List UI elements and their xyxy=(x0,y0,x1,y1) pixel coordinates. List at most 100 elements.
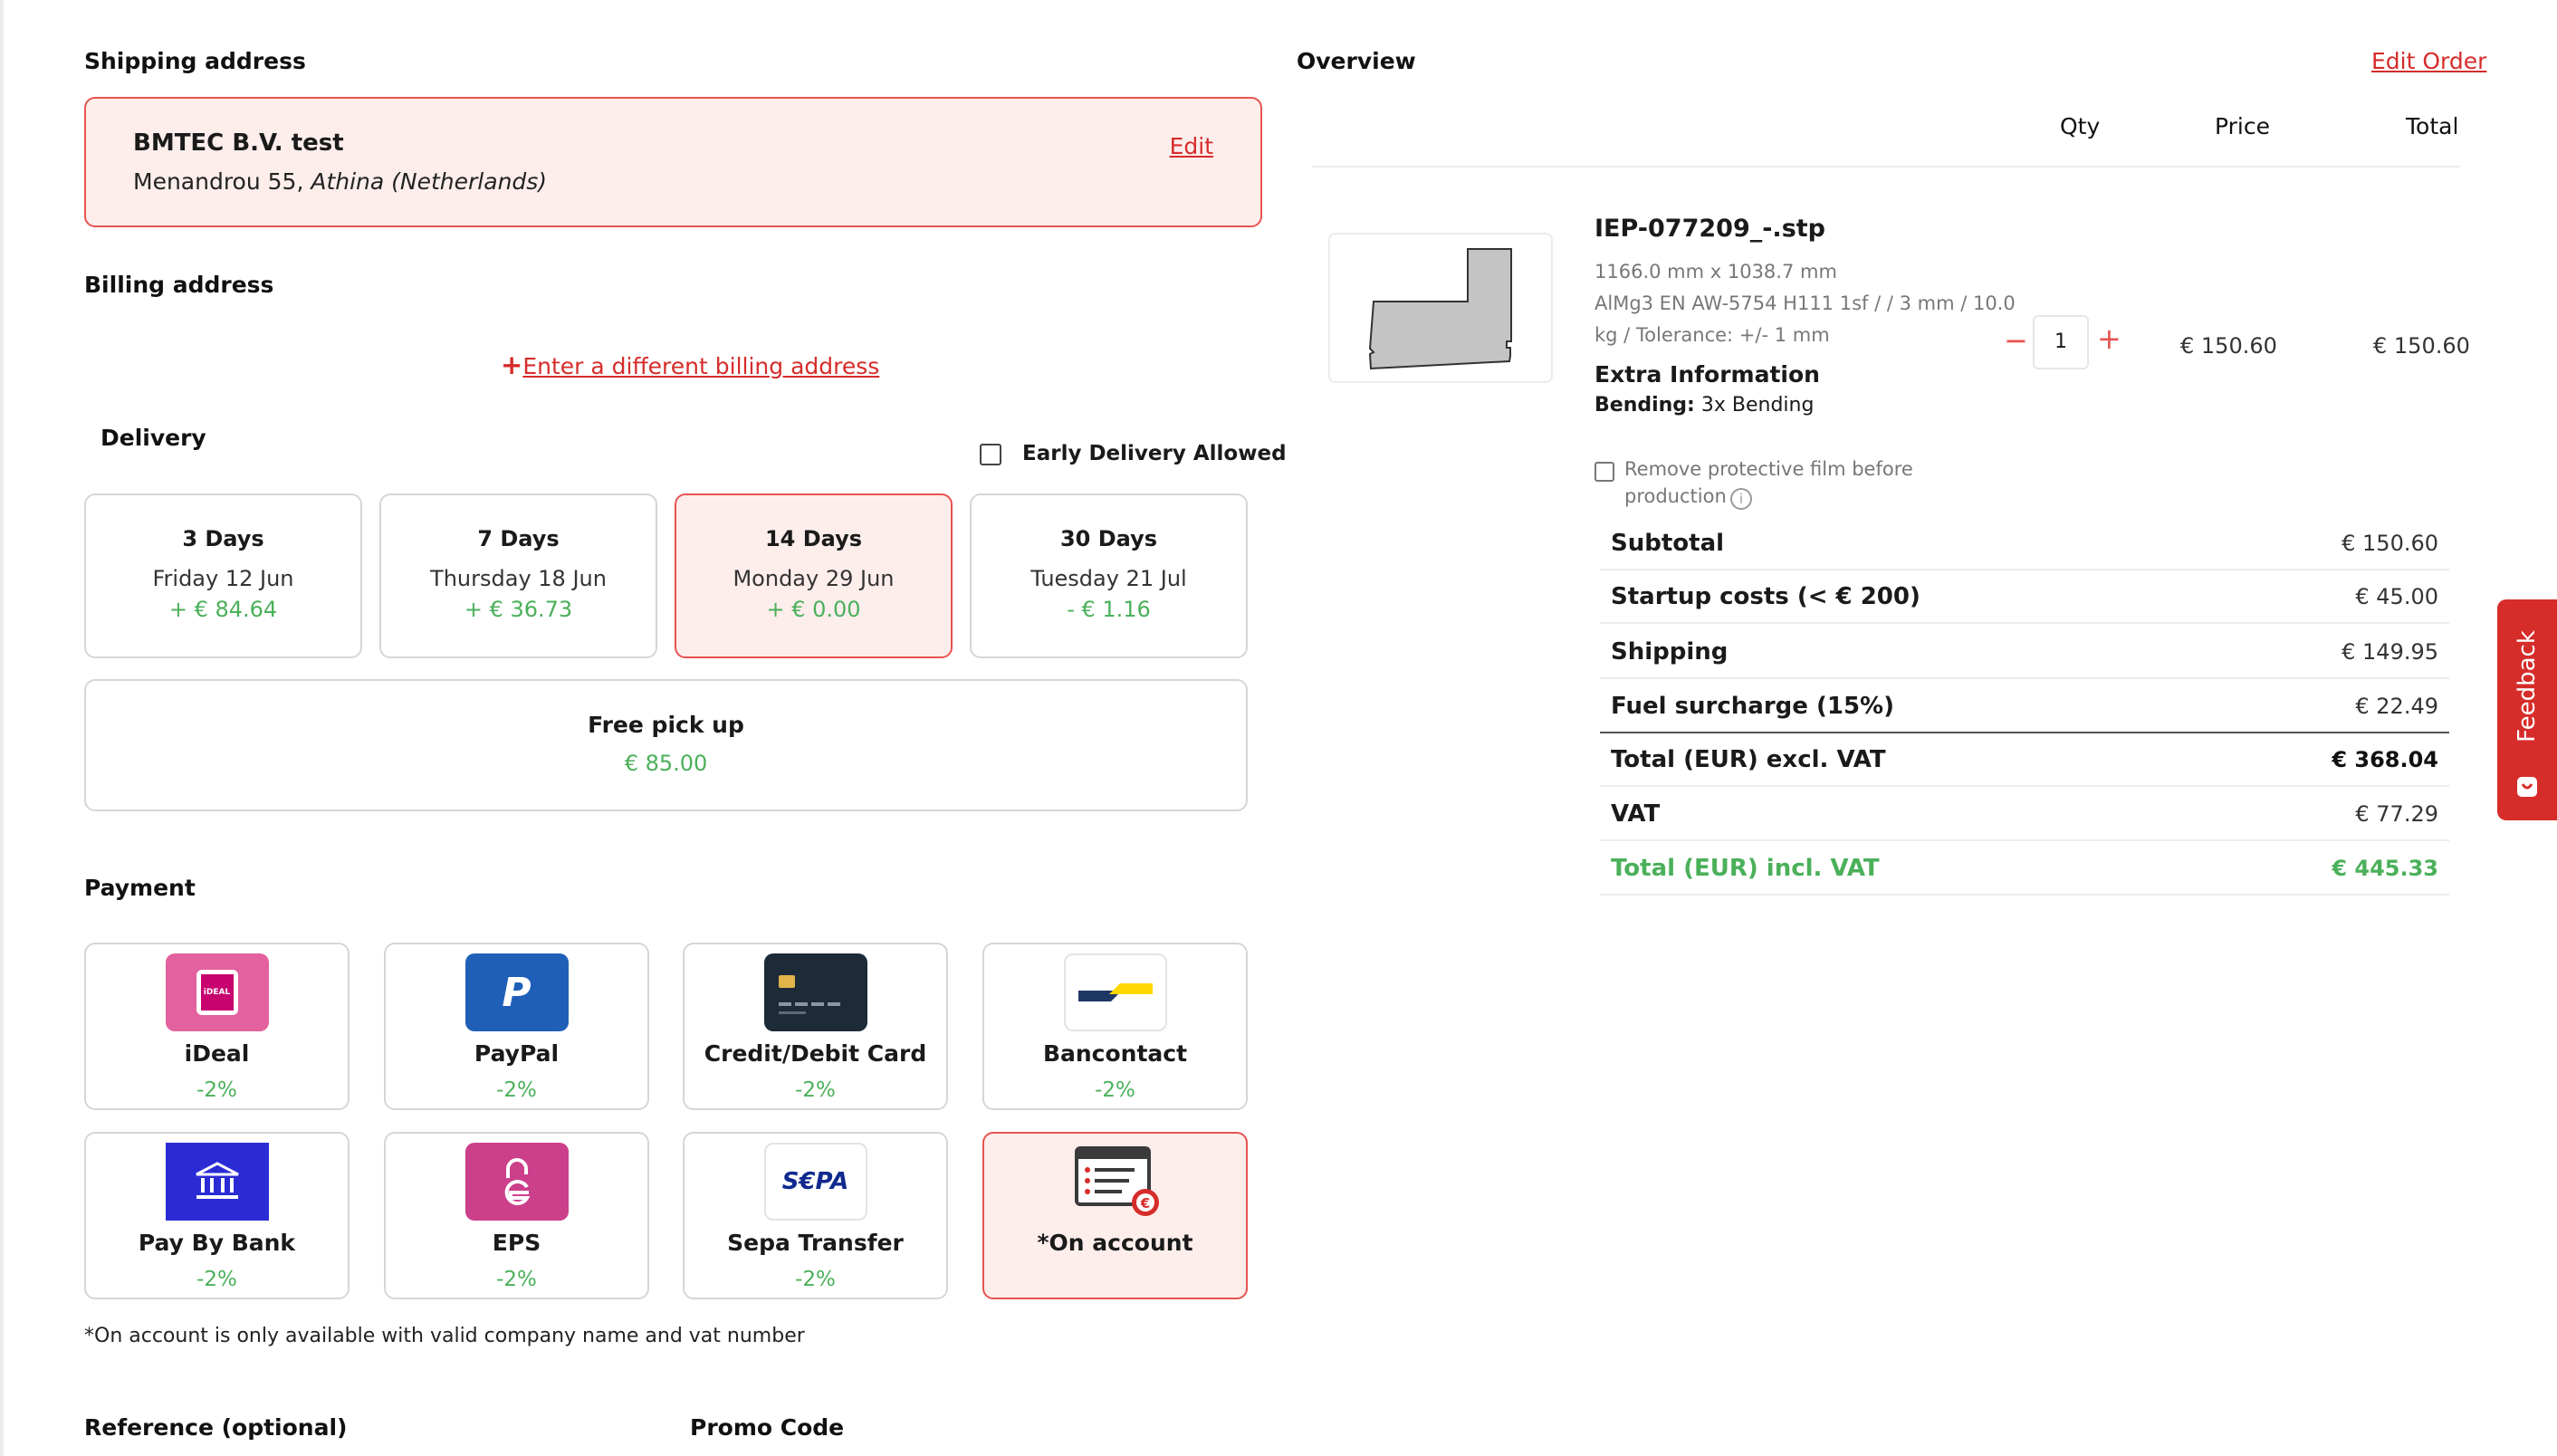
eps-icon xyxy=(464,1143,569,1221)
early-delivery-checkbox[interactable] xyxy=(980,444,1001,465)
item-dimensions: 1166.0 mm x 1038.7 mm xyxy=(1595,261,1837,283)
info-icon[interactable]: i xyxy=(1730,488,1752,510)
item-filename: IEP-077209_-.stp xyxy=(1595,215,1825,243)
delivery-option-free-pickup[interactable]: Free pick up € 85.00 xyxy=(84,679,1248,811)
page-left-edge xyxy=(0,0,4,1456)
summary-row-fuel: Fuel surcharge (15%) € 22.49 xyxy=(1600,680,2449,733)
bank-icon xyxy=(165,1143,269,1221)
delivery-date: Thursday 18 Jun xyxy=(430,566,607,591)
bending-value: 3x Bending xyxy=(1700,394,1815,417)
payment-name: Credit/Debit Card xyxy=(704,1040,927,1067)
payment-name: Sepa Transfer xyxy=(727,1230,904,1256)
delivery-price: - € 1.16 xyxy=(1067,597,1151,622)
remove-film-label-line-1: Remove protective film before xyxy=(1624,458,1913,480)
ideal-icon: iDEAL xyxy=(165,953,269,1031)
edit-order-link[interactable]: Edit Order xyxy=(2371,48,2486,74)
different-billing-link[interactable]: +Enter a different billing address xyxy=(501,350,879,380)
qty-decrease-button[interactable]: − xyxy=(2004,323,2028,358)
delivery-option-7-days[interactable]: 7 Days Thursday 18 Jun + € 36.73 xyxy=(379,493,657,658)
payment-eps[interactable]: EPS -2% xyxy=(384,1132,649,1299)
early-delivery-label: Early Delivery Allowed xyxy=(1022,442,1287,465)
delivery-price: + € 0.00 xyxy=(766,597,861,622)
invoice-euro-icon: € xyxy=(1064,1143,1167,1221)
summary-row-startup: Startup costs (< € 200) € 45.00 xyxy=(1600,570,2449,624)
shipping-title: Shipping address xyxy=(84,48,306,74)
feedback-tab[interactable]: Feedback xyxy=(2497,599,2557,820)
delivery-date: Tuesday 21 Jul xyxy=(1030,566,1187,591)
delivery-option-14-days[interactable]: 14 Days Monday 29 Jun + € 0.00 xyxy=(675,493,953,658)
shipping-address-card: BMTEC B.V. test Menandrou 55, Athina (Ne… xyxy=(84,97,1262,227)
overview-header-divider xyxy=(1312,166,2460,168)
summary-value: € 368.04 xyxy=(2332,747,2438,772)
summary-value: € 445.33 xyxy=(2332,856,2438,881)
remove-film-checkbox[interactable] xyxy=(1595,462,1614,482)
summary-value: € 77.29 xyxy=(2355,801,2438,827)
qty-increase-button[interactable]: + xyxy=(2097,321,2121,356)
summary-label: Subtotal xyxy=(1611,530,1725,557)
credit-card-icon xyxy=(763,953,867,1031)
payment-discount: -2% xyxy=(196,1078,237,1102)
summary-row-shipping: Shipping € 149.95 xyxy=(1600,626,2449,679)
summary-label: Total (EUR) excl. VAT xyxy=(1611,746,1886,773)
payment-ideal[interactable]: iDEAL iDeal -2% xyxy=(84,943,350,1110)
feedback-smile-icon xyxy=(2517,777,2537,797)
payment-name: *On account xyxy=(1037,1230,1193,1256)
svg-text:€: € xyxy=(1139,1195,1149,1212)
payment-paypal[interactable]: P PayPal -2% xyxy=(384,943,649,1110)
overview-title: Overview xyxy=(1297,48,1416,74)
payment-title: Payment xyxy=(84,875,196,901)
column-total: Total xyxy=(2406,113,2459,139)
payment-discount: -2% xyxy=(795,1078,836,1102)
summary-row-subtotal: Subtotal € 150.60 xyxy=(1600,517,2449,570)
summary-label: VAT xyxy=(1611,800,1661,828)
plus-icon: + xyxy=(501,350,523,380)
delivery-option-3-days[interactable]: 3 Days Friday 12 Jun + € 84.64 xyxy=(84,493,362,658)
delivery-days: 7 Days xyxy=(477,526,560,551)
payment-name: Bancontact xyxy=(1042,1040,1188,1067)
summary-value: € 150.60 xyxy=(2342,531,2438,556)
address-street: Menandrou 55, xyxy=(133,168,304,195)
delivery-title: Delivery xyxy=(101,425,206,451)
payment-pay-by-bank[interactable]: Pay By Bank -2% xyxy=(84,1132,350,1299)
delivery-days: 14 Days xyxy=(764,526,863,551)
summary-value: € 22.49 xyxy=(2355,694,2438,719)
paypal-icon: P xyxy=(464,953,569,1031)
payment-name: Pay By Bank xyxy=(138,1230,296,1256)
summary-row-total-incl-vat: Total (EUR) incl. VAT € 445.33 xyxy=(1600,842,2449,896)
on-account-note: *On account is only available with valid… xyxy=(84,1325,805,1347)
summary-row-total-excl-vat: Total (EUR) excl. VAT € 368.04 xyxy=(1600,733,2449,787)
part-thumbnail xyxy=(1328,233,1553,383)
payment-discount: -2% xyxy=(196,1268,237,1291)
summary-label: Fuel surcharge (15%) xyxy=(1611,693,1894,720)
summary-row-vat: VAT € 77.29 xyxy=(1600,788,2449,841)
payment-discount: -2% xyxy=(496,1078,537,1102)
payment-discount: -2% xyxy=(795,1268,836,1291)
payment-name: EPS xyxy=(492,1230,541,1256)
payment-on-account[interactable]: € *On account xyxy=(982,1132,1248,1299)
summary-label: Total (EUR) incl. VAT xyxy=(1611,855,1880,882)
delivery-date: Friday 12 Jun xyxy=(152,566,294,591)
item-price: € 150.60 xyxy=(2180,333,2277,359)
delivery-days: 3 Days xyxy=(182,526,264,551)
sepa-icon: S€PA xyxy=(763,1143,867,1221)
payment-sepa[interactable]: S€PA Sepa Transfer -2% xyxy=(683,1132,948,1299)
summary-value: € 149.95 xyxy=(2342,639,2438,665)
delivery-date: Monday 29 Jun xyxy=(733,566,895,591)
column-qty: Qty xyxy=(2060,113,2101,139)
delivery-price: + € 84.64 xyxy=(168,597,278,622)
payment-credit-card[interactable]: Credit/Debit Card -2% xyxy=(683,943,948,1110)
delivery-option-30-days[interactable]: 30 Days Tuesday 21 Jul - € 1.16 xyxy=(970,493,1248,658)
billing-title: Billing address xyxy=(84,272,274,298)
item-spec-line-1: AlMg3 EN AW-5754 H111 1sf / / 3 mm / 10.… xyxy=(1595,292,2016,314)
payment-discount: -2% xyxy=(496,1268,537,1291)
summary-label: Shipping xyxy=(1611,638,1729,666)
summary-label: Startup costs (< € 200) xyxy=(1611,583,1920,610)
different-billing-label: Enter a different billing address xyxy=(522,353,880,379)
delivery-price: + € 36.73 xyxy=(464,597,573,622)
edit-shipping-link[interactable]: Edit xyxy=(1170,133,1213,159)
shipping-address-line: Menandrou 55, Athina (Netherlands) xyxy=(133,168,547,195)
sepa-logo-text: S€PA xyxy=(781,1168,849,1195)
bancontact-icon xyxy=(1063,953,1167,1031)
payment-bancontact[interactable]: Bancontact -2% xyxy=(982,943,1248,1110)
qty-input[interactable]: 1 xyxy=(2033,315,2089,369)
